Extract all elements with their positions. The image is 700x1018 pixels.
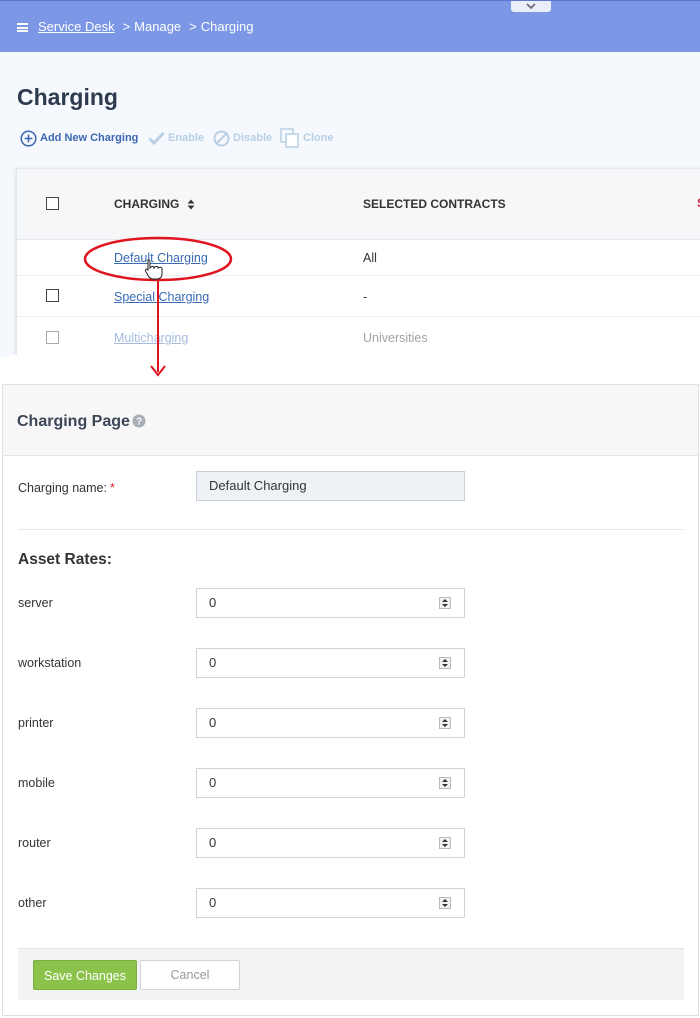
sort-icon[interactable] <box>187 199 195 210</box>
rate-input-server[interactable]: 0 <box>196 588 465 618</box>
rate-input-other[interactable]: 0 <box>196 888 465 918</box>
disable-label: Disable <box>233 132 273 144</box>
charging-list-screen: Service Desk > Manage > Charging Charging Ad… <box>0 0 700 365</box>
clone-label: Clone <box>303 132 334 144</box>
charging-table: CHARGING SELECTED CONTRACTS S Default Ch… <box>16 168 700 365</box>
enable-label: Enable <box>168 132 205 144</box>
breadcrumb-service-desk[interactable]: Service Desk <box>38 19 115 34</box>
spinner-icon[interactable] <box>439 777 451 789</box>
rate-value: 0 <box>209 895 217 910</box>
rate-label-workstation: workstation <box>18 656 82 670</box>
selected-contracts-cell: All <box>363 251 377 265</box>
column-header-selected-contracts: SELECTED CONTRACTS <box>363 197 506 211</box>
add-new-charging-button[interactable]: Add New Charging <box>20 128 138 148</box>
save-changes-button[interactable]: Save Changes <box>33 960 137 990</box>
menu-icon[interactable] <box>17 23 28 32</box>
breadcrumb: Service Desk > Manage > Charging <box>38 19 254 34</box>
selected-contracts-cell: - <box>363 290 368 304</box>
spinner-icon[interactable] <box>439 717 451 729</box>
rate-input-mobile[interactable]: 0 <box>196 768 465 798</box>
breadcrumb-separator: > <box>189 19 197 34</box>
checkmark-icon <box>148 131 165 145</box>
spinner-icon[interactable] <box>439 657 451 669</box>
column-header-charging[interactable]: CHARGING <box>114 197 195 211</box>
breadcrumb-charging: Charging <box>200 19 254 34</box>
collapse-header-toggle[interactable] <box>511 1 551 12</box>
breadcrumb-separator: > <box>122 19 131 34</box>
plus-circle-icon <box>20 129 37 147</box>
column-label-charging: CHARGING <box>114 197 180 211</box>
form-title: Charging Page <box>17 413 130 430</box>
top-navigation-bar: Service Desk > Manage > Charging <box>0 0 700 52</box>
page-title: Charging <box>17 84 118 110</box>
rate-input-printer[interactable]: 0 <box>196 708 465 738</box>
rate-label-router: router <box>18 836 51 850</box>
table-header: CHARGING SELECTED CONTRACTS S <box>17 168 700 240</box>
table-row: Special Charging - <box>17 276 700 317</box>
rate-label-printer: printer <box>18 716 54 730</box>
chevron-down-icon <box>526 3 536 10</box>
svg-text:?: ? <box>136 417 142 428</box>
enable-button[interactable]: Enable <box>148 128 204 148</box>
rate-value: 0 <box>209 835 217 850</box>
rate-label-mobile: mobile <box>18 776 55 790</box>
section-divider <box>18 529 684 530</box>
charging-name-link[interactable]: Special Charging <box>114 290 209 304</box>
rate-input-workstation[interactable]: 0 <box>196 648 465 678</box>
add-new-charging-label: Add New Charging <box>40 132 139 144</box>
spinner-icon[interactable] <box>439 837 451 849</box>
rate-value: 0 <box>209 595 217 610</box>
cancel-button[interactable]: Cancel <box>140 960 240 990</box>
form-header: Charging Page ? <box>3 385 698 456</box>
torn-edge-divider <box>0 352 700 365</box>
charging-name-label: Charging name: * <box>18 481 115 495</box>
spinner-icon[interactable] <box>439 897 451 909</box>
form-footer: Save Changes Cancel <box>18 948 684 1000</box>
table-row: Default Charging All <box>17 240 700 276</box>
spinner-icon[interactable] <box>439 597 451 609</box>
select-all-checkbox[interactable] <box>46 197 59 210</box>
arrow-head-icon <box>150 365 166 377</box>
clone-icon <box>280 128 299 148</box>
charging-name-label-text: Charging name: <box>18 481 107 495</box>
charging-page-form: Charging Page ? Charging name: * Default … <box>2 384 699 1016</box>
prohibit-icon <box>213 130 230 146</box>
required-mark: * <box>109 481 115 495</box>
rate-label-server: server <box>18 596 53 610</box>
rate-input-router[interactable]: 0 <box>196 828 465 858</box>
rate-label-other: other <box>18 896 47 910</box>
disable-button[interactable]: Disable <box>213 128 272 148</box>
row-checkbox[interactable] <box>46 289 59 302</box>
rate-value: 0 <box>209 775 217 790</box>
asset-rates-heading: Asset Rates: <box>18 551 112 568</box>
charging-name-input[interactable]: Default Charging <box>196 471 465 501</box>
rate-value: 0 <box>209 655 217 670</box>
clone-button[interactable]: Clone <box>280 128 334 148</box>
rate-value: 0 <box>209 715 217 730</box>
breadcrumb-manage[interactable]: Manage <box>134 19 181 34</box>
charging-name-link[interactable]: Default Charging <box>114 251 208 265</box>
help-icon[interactable]: ? <box>132 414 146 428</box>
